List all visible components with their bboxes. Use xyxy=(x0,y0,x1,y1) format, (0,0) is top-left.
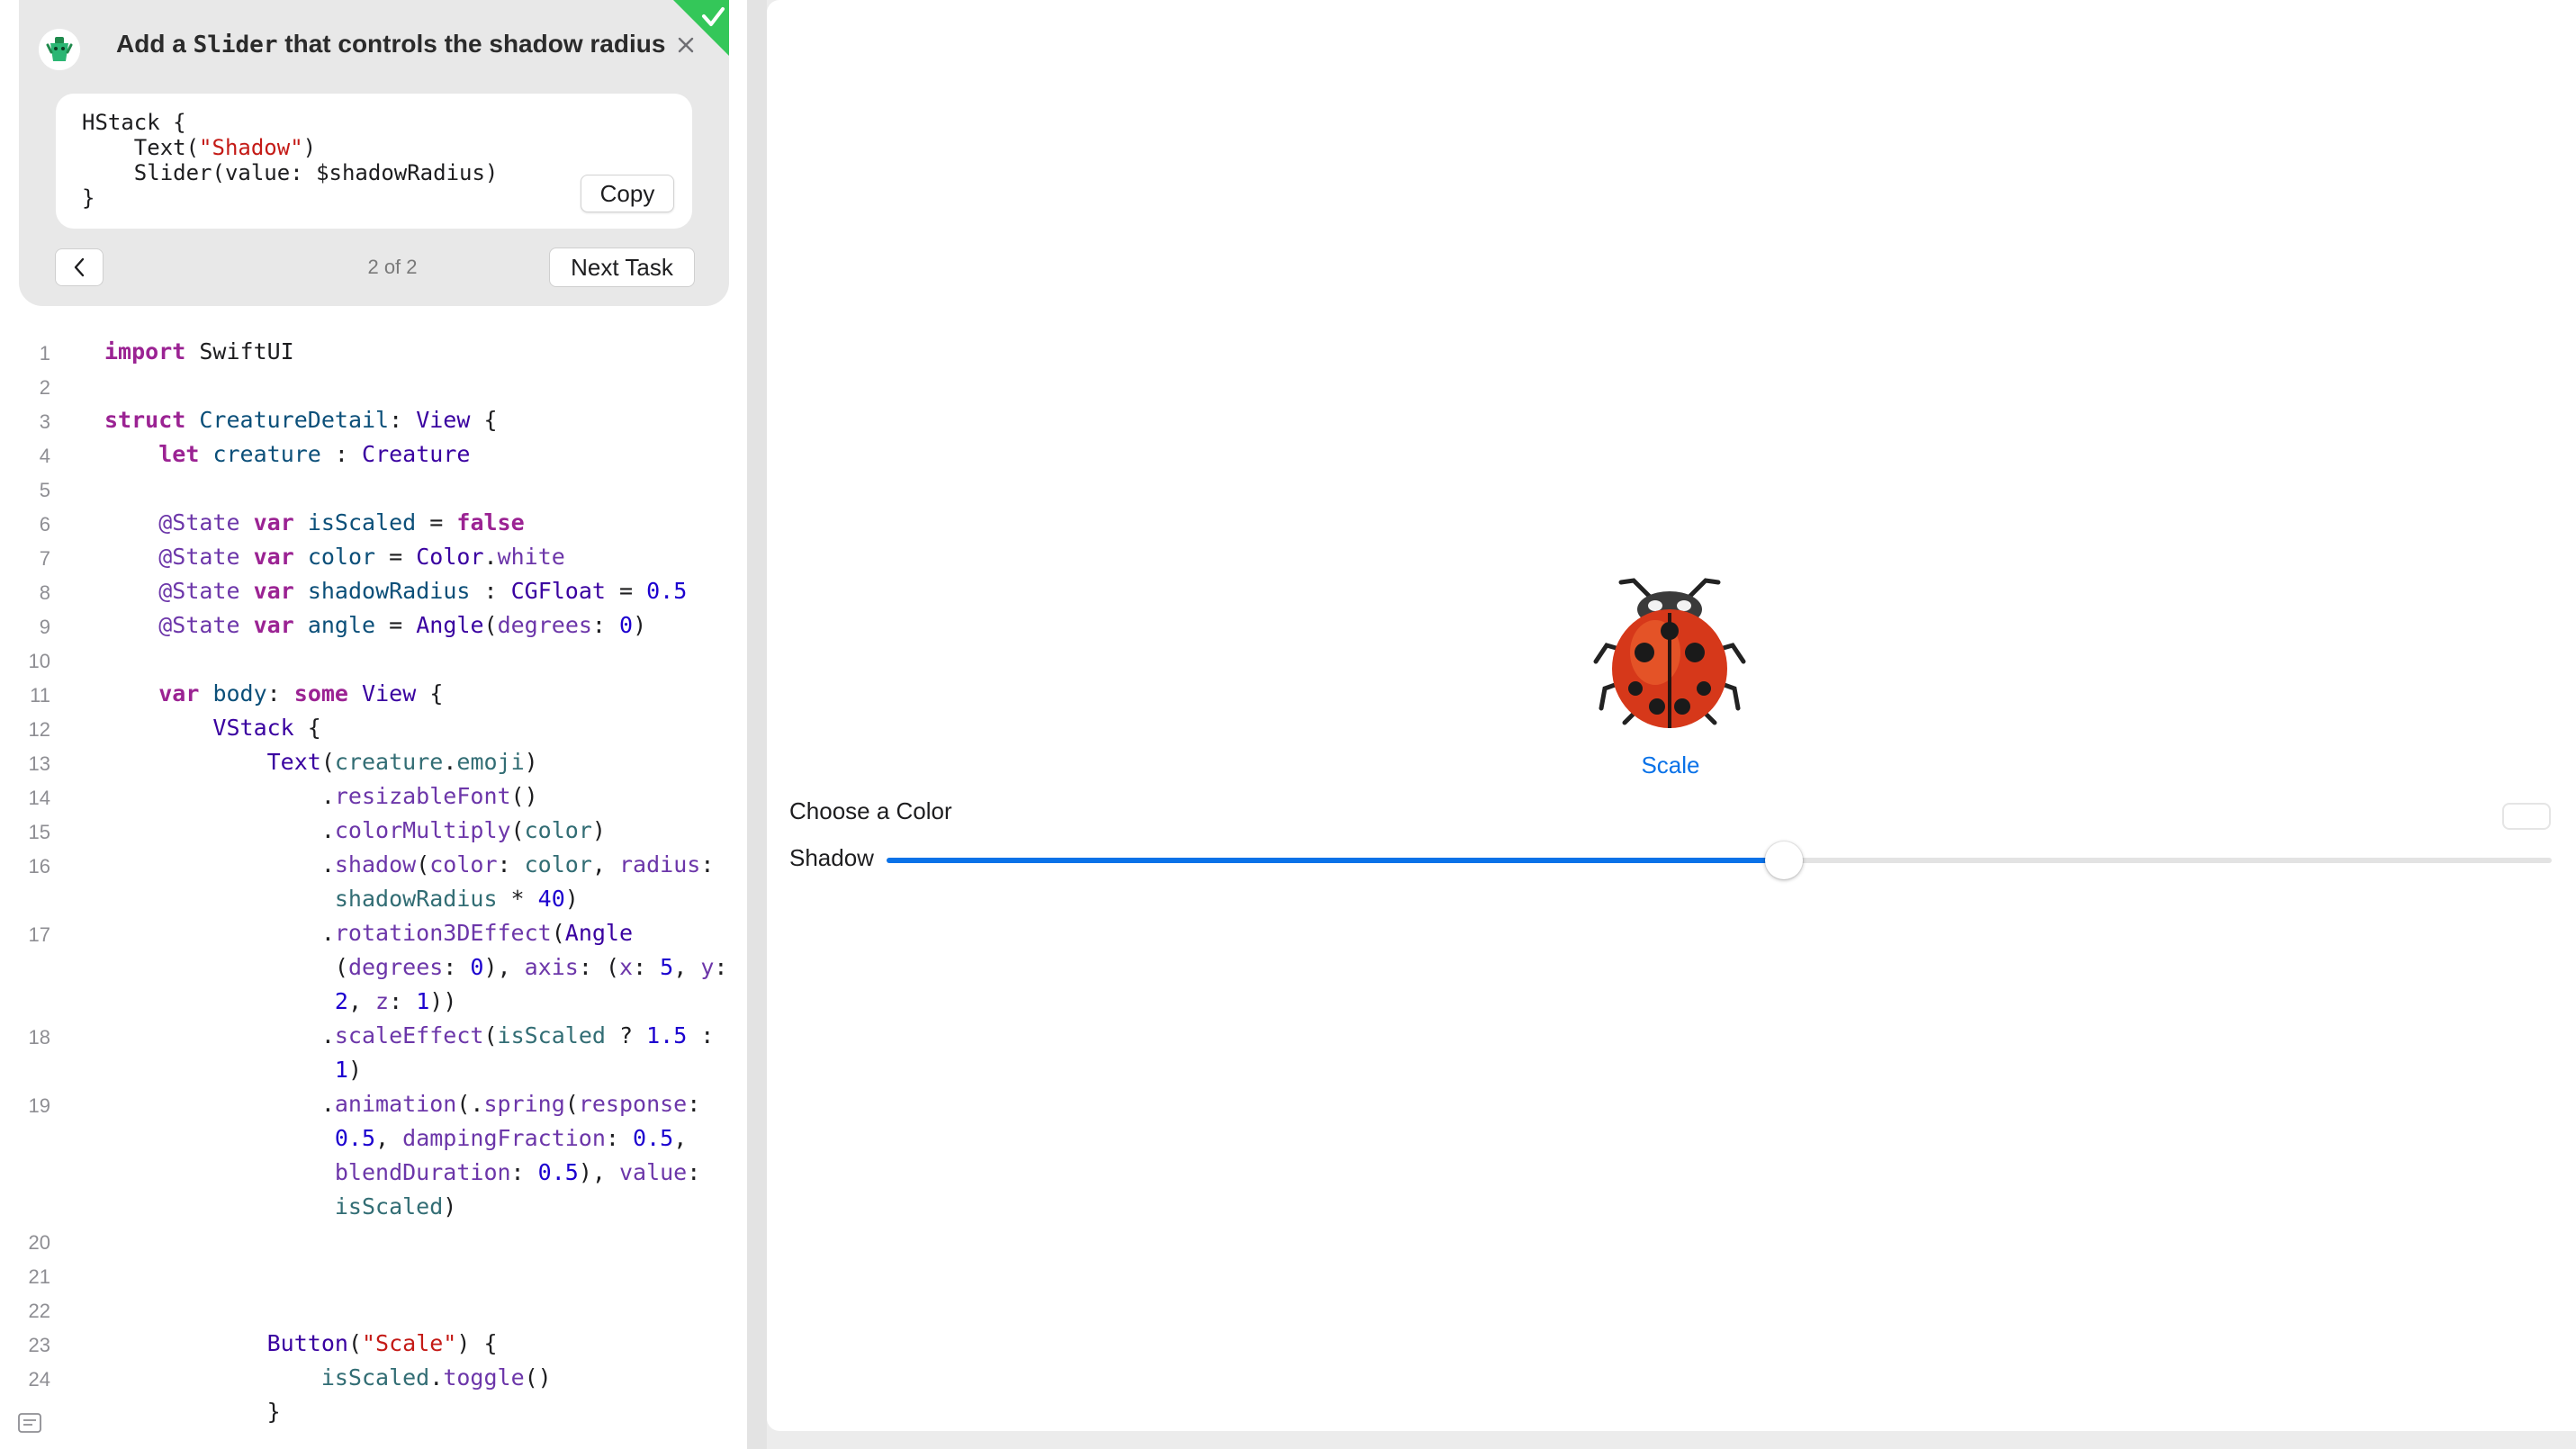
console-icon[interactable] xyxy=(18,1413,41,1433)
code-editor[interactable]: 1 import SwiftUI 2 3 struct CreatureDetail… xyxy=(0,335,747,1449)
code-text[interactable]: .resizableFont() xyxy=(104,779,538,814)
code-text[interactable]: var body: some View { xyxy=(104,677,443,711)
line-number: 23 xyxy=(28,1334,50,1356)
line-number: 7 xyxy=(39,547,50,570)
code-text[interactable]: import SwiftUI xyxy=(104,335,294,369)
shadow-slider-thumb[interactable] xyxy=(1765,842,1803,879)
line-number: 11 xyxy=(30,684,50,706)
line-number: 16 xyxy=(28,855,50,878)
line-number: 4 xyxy=(39,445,50,467)
code-text[interactable]: @State var shadowRadius : CGFloat = 0.5 xyxy=(104,574,687,608)
page-indicator: 2 of 2 xyxy=(367,256,418,278)
checkmark-icon xyxy=(673,0,729,56)
line-number: 6 xyxy=(39,513,50,536)
mascot-icon xyxy=(39,29,80,70)
ladybug-emoji xyxy=(1593,578,1746,728)
code-text[interactable]: struct CreatureDetail: View { xyxy=(104,403,498,437)
code-text[interactable]: .scaleEffect(isScaled ? 1.5 : 1) xyxy=(104,1019,715,1087)
scale-button[interactable]: Scale xyxy=(1638,752,1703,779)
code-text[interactable]: Text(creature.emoji) xyxy=(104,745,538,779)
pane-divider[interactable] xyxy=(747,0,767,1449)
color-well[interactable] xyxy=(2502,803,2551,830)
code-text[interactable]: @State var color = Color.white xyxy=(104,540,565,574)
line-number: 20 xyxy=(28,1231,50,1254)
code-text[interactable]: isScaled.toggle() xyxy=(104,1361,552,1395)
line-number: 14 xyxy=(28,787,50,809)
line-number: 8 xyxy=(39,581,50,604)
line-number: 19 xyxy=(28,1094,50,1117)
line-number: 3 xyxy=(39,410,50,433)
code-text[interactable]: .colorMultiply(color) xyxy=(104,814,606,848)
line-number: 24 xyxy=(28,1368,50,1390)
line-number: 12 xyxy=(28,718,50,741)
task-card: Add a Slider that controls the shadow ra… xyxy=(19,0,729,306)
line-number: 1 xyxy=(39,342,50,364)
code-text[interactable]: @State var angle = Angle(degrees: 0) xyxy=(104,608,646,643)
previous-task-button[interactable] xyxy=(55,248,104,286)
line-number: 21 xyxy=(28,1265,50,1288)
line-number: 10 xyxy=(28,650,50,672)
task-title: Add a Slider that controls the shadow ra… xyxy=(116,30,666,58)
line-number: 15 xyxy=(28,821,50,843)
code-text[interactable]: .shadow(color: color, radius: shadowRadi… xyxy=(104,848,715,916)
shadow-slider-fill xyxy=(887,858,1784,863)
line-number: 9 xyxy=(39,616,50,638)
line-number: 13 xyxy=(28,752,50,775)
code-text[interactable]: } xyxy=(104,1395,281,1429)
line-number: 18 xyxy=(28,1026,50,1048)
code-text[interactable]: @State var isScaled = false xyxy=(104,506,524,540)
code-snippet: HStack { Text("Shadow") Slider(value: $s… xyxy=(56,94,692,229)
line-number: 17 xyxy=(28,923,50,946)
line-number: 2 xyxy=(39,376,50,399)
chevron-left-icon xyxy=(74,257,85,277)
line-number: 5 xyxy=(39,479,50,501)
line-number: 22 xyxy=(28,1300,50,1322)
copy-button[interactable]: Copy xyxy=(581,175,674,212)
code-text[interactable]: .rotation3DEffect(Angle (degrees: 0), ax… xyxy=(104,916,728,1019)
code-text[interactable]: let creature : Creature xyxy=(104,437,470,472)
code-text[interactable]: .animation(.spring(response: 0.5, dampin… xyxy=(104,1087,701,1224)
next-task-button[interactable]: Next Task xyxy=(549,248,695,287)
color-picker-label: Choose a Color xyxy=(789,797,952,824)
shadow-slider[interactable] xyxy=(887,842,2552,879)
shadow-slider-label: Shadow xyxy=(789,844,874,871)
code-text[interactable]: Button("Scale") { xyxy=(104,1327,498,1361)
code-text[interactable]: VStack { xyxy=(104,711,320,745)
